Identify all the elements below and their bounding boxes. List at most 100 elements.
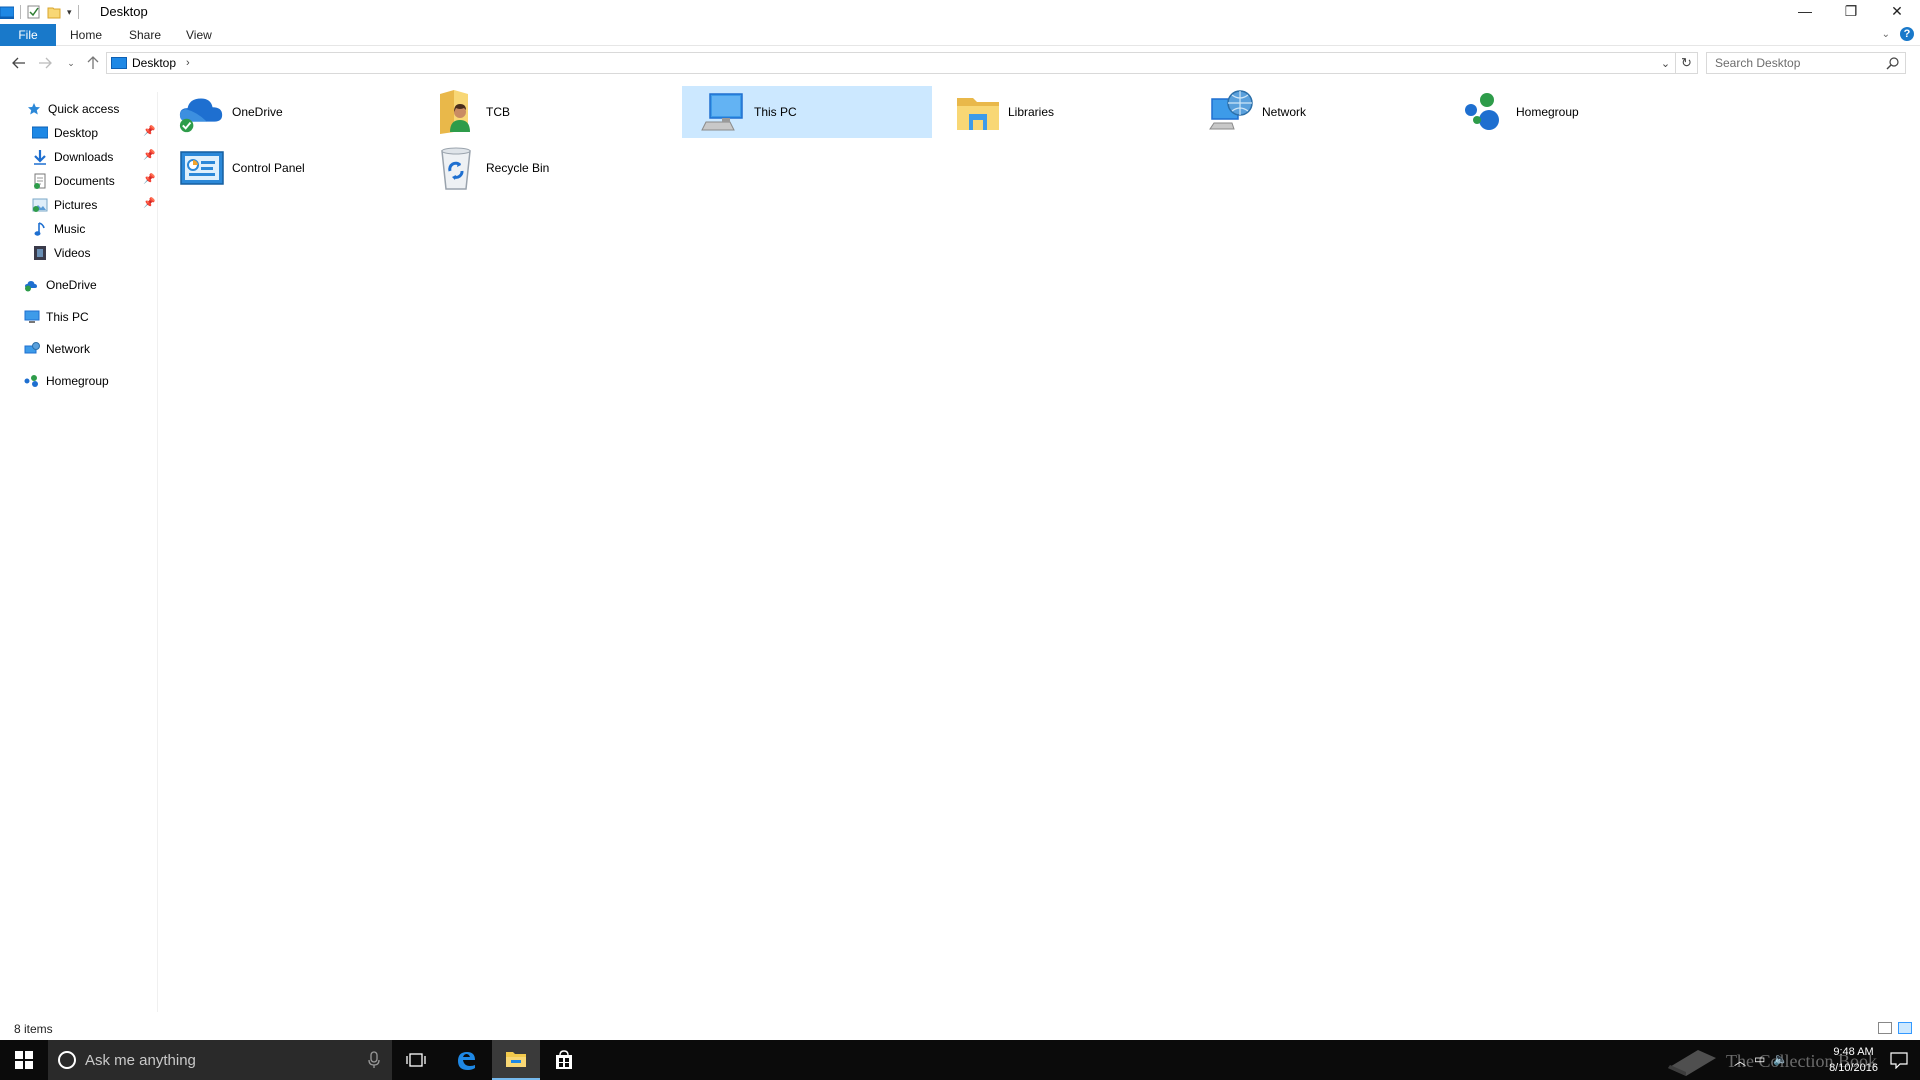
forward-button[interactable] (36, 54, 54, 72)
music-note-icon (32, 221, 48, 237)
window-icon[interactable] (0, 5, 15, 19)
close-button[interactable]: ✕ (1874, 0, 1920, 22)
taskbar-file-explorer[interactable] (492, 1040, 540, 1080)
nav-item-homegroup[interactable]: Homegroup (24, 370, 109, 392)
download-arrow-icon (32, 149, 48, 165)
pin-icon[interactable]: 📌 (143, 174, 155, 185)
minimize-button[interactable]: — (1782, 0, 1828, 22)
chevron-right-icon[interactable]: › (186, 57, 190, 69)
view-buttons (1878, 1022, 1912, 1034)
item-libraries[interactable]: Libraries (936, 86, 1186, 138)
refresh-button[interactable]: ↻ (1676, 52, 1698, 74)
start-button[interactable] (0, 1040, 48, 1080)
star-icon (26, 101, 42, 117)
item-recycle-bin[interactable]: Recycle Bin (414, 142, 664, 194)
item-label: Homegroup (1516, 105, 1579, 119)
task-view-button[interactable] (392, 1040, 440, 1080)
item-this-pc[interactable]: This PC (682, 86, 932, 138)
tab-file[interactable]: File (0, 24, 56, 46)
nav-item-label: Desktop (54, 126, 99, 140)
clock-time: 9:48 AM (1833, 1046, 1874, 1058)
item-network[interactable]: Network (1190, 86, 1440, 138)
item-tcb[interactable]: TCB (414, 86, 664, 138)
onedrive-icon (24, 277, 40, 293)
details-view-icon[interactable] (1878, 1022, 1892, 1034)
nav-quick-access[interactable]: Quick access (26, 98, 119, 120)
nav-item-downloads[interactable]: Downloads (32, 146, 113, 168)
desktop-icon (32, 125, 48, 141)
nav-item-network[interactable]: Network (24, 338, 90, 360)
nav-item-label: Homegroup (46, 374, 109, 388)
search-icon[interactable] (1886, 56, 1900, 70)
up-button[interactable] (84, 54, 102, 72)
taskbar-edge[interactable] (442, 1040, 490, 1080)
back-button[interactable] (10, 54, 28, 72)
help-button[interactable]: ? (1900, 27, 1914, 41)
title-bar: ▾ Desktop — ❐ ✕ (0, 0, 1920, 24)
expand-ribbon-icon[interactable]: ⌄ (1882, 29, 1890, 40)
tab-share[interactable]: Share (117, 24, 173, 46)
large-icons-view-icon[interactable] (1898, 1022, 1912, 1034)
microphone-icon[interactable] (368, 1051, 380, 1069)
restore-button[interactable]: ❐ (1828, 0, 1874, 22)
cortana-icon (58, 1051, 76, 1069)
search-input[interactable] (1713, 55, 1883, 71)
homegroup-icon (1462, 88, 1510, 136)
new-folder-icon[interactable] (47, 5, 61, 19)
nav-item-desktop[interactable]: Desktop (32, 122, 98, 144)
this-pc-icon (700, 88, 748, 136)
taskbar-store[interactable] (540, 1040, 588, 1080)
show-hidden-icons-icon[interactable]: ︿ (1734, 1052, 1746, 1069)
network-icon (1208, 88, 1256, 136)
item-label: This PC (754, 105, 797, 119)
address-bar[interactable]: Desktop › ⌄ (106, 52, 1676, 74)
tab-view[interactable]: View (174, 24, 224, 46)
clock[interactable]: 9:48 AM 8/10/2016 (1829, 1044, 1878, 1076)
nav-item-music[interactable]: Music (32, 218, 85, 240)
item-label: OneDrive (232, 105, 283, 119)
recent-locations-button[interactable]: ⌄ (62, 54, 80, 72)
properties-icon[interactable] (27, 5, 41, 19)
this-pc-icon (24, 309, 40, 325)
nav-item-pictures[interactable]: Pictures (32, 194, 97, 216)
homegroup-icon (24, 373, 40, 389)
cortana-search-box[interactable]: Ask me anything (48, 1040, 392, 1080)
desktop-icon (111, 57, 127, 69)
nav-item-videos[interactable]: Videos (32, 242, 90, 264)
network-icon (24, 341, 40, 357)
documents-icon (32, 173, 48, 189)
address-location[interactable]: Desktop (132, 56, 176, 70)
system-tray: ︿ ▭ 🔈 (1734, 1052, 1788, 1069)
navigation-row: ⌄ Desktop › ⌄ ↻ (0, 48, 1920, 78)
volume-icon[interactable]: 🔈 (1773, 1052, 1788, 1069)
pin-icon[interactable]: 📌 (143, 126, 155, 137)
nav-item-this-pc[interactable]: This PC (24, 306, 89, 328)
back-arrow-icon (12, 57, 25, 69)
nav-item-documents[interactable]: Documents (32, 170, 115, 192)
pin-icon[interactable]: 📌 (143, 198, 155, 209)
user-folder-icon (432, 88, 480, 136)
item-label: TCB (486, 105, 510, 119)
nav-item-label: Pictures (54, 198, 98, 212)
tab-home[interactable]: Home (58, 24, 114, 46)
nav-item-label: Downloads (54, 150, 114, 164)
libraries-icon (954, 88, 1002, 136)
address-dropdown-button[interactable]: ⌄ (1655, 53, 1675, 73)
store-icon (556, 1050, 572, 1069)
recycle-bin-icon (432, 144, 480, 192)
edge-icon (458, 1052, 475, 1070)
item-onedrive[interactable]: OneDrive (160, 86, 410, 138)
window-controls: — ❐ ✕ (1782, 0, 1920, 22)
item-control-panel[interactable]: Control Panel (160, 142, 410, 194)
nav-quick-access-label: Quick access (48, 102, 120, 116)
item-label: Libraries (1008, 105, 1055, 119)
nav-item-onedrive[interactable]: OneDrive (24, 274, 97, 296)
pin-icon[interactable]: 📌 (143, 150, 155, 161)
item-homegroup[interactable]: Homegroup (1444, 86, 1694, 138)
action-center-icon[interactable] (1890, 1051, 1908, 1069)
item-label: Network (1262, 105, 1307, 119)
search-box[interactable] (1706, 52, 1906, 74)
navigation-pane: Quick access Desktop 📌 Downloads 📌 Docum… (0, 92, 158, 1012)
customize-qat-icon[interactable]: ▾ (67, 7, 72, 18)
network-status-icon[interactable]: ▭ (1754, 1052, 1765, 1069)
